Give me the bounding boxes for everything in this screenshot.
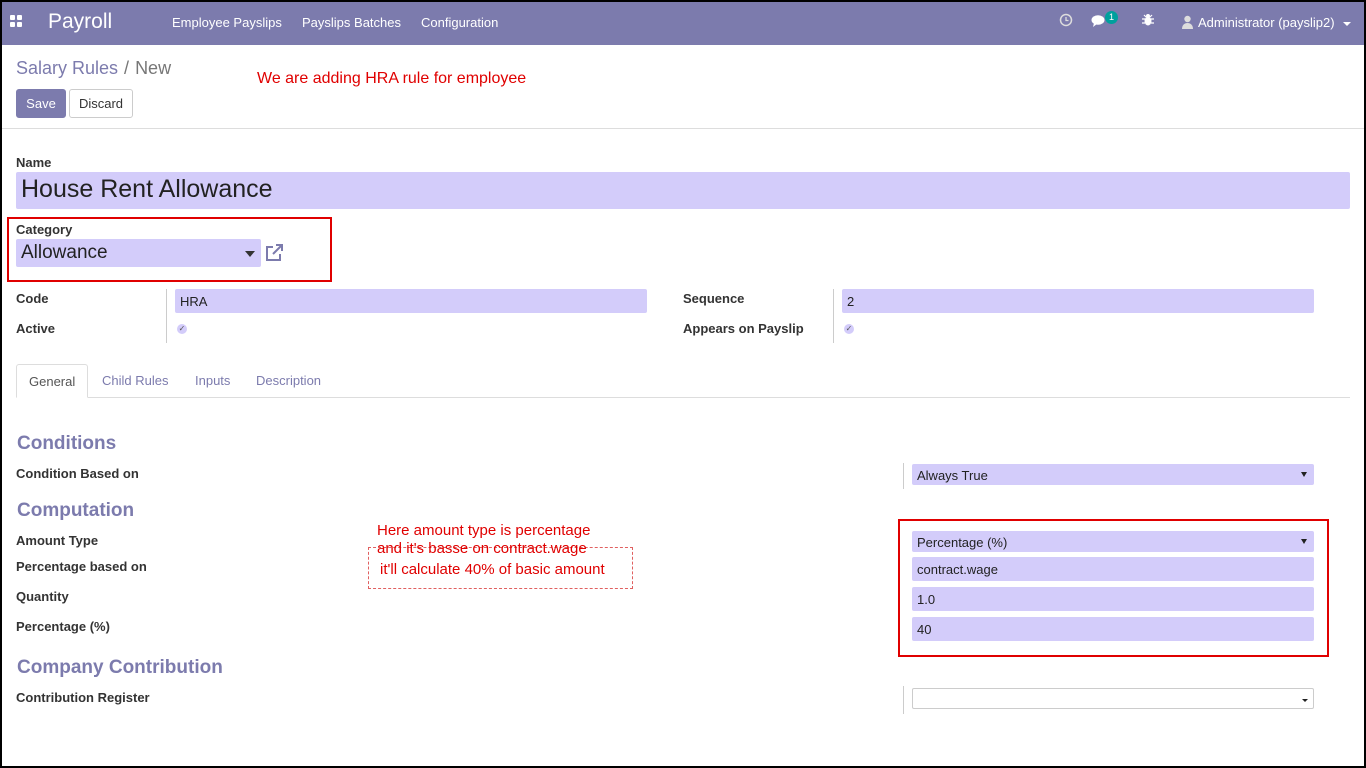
top-navbar: Payroll Employee Payslips Payslips Batch… (2, 2, 1364, 45)
amount-type-value: Percentage (%) (917, 535, 1008, 550)
contribution-register-label: Contribution Register (16, 690, 150, 705)
bug-icon[interactable] (1141, 13, 1155, 27)
contribution-register-select[interactable] (912, 688, 1314, 709)
screen: Payroll Employee Payslips Payslips Batch… (2, 2, 1364, 766)
user-name: Administrator (payslip2) (1198, 15, 1335, 30)
clock-icon[interactable] (1059, 13, 1073, 27)
dropdown-caret-icon (1301, 539, 1307, 544)
sequence-value: 2 (847, 294, 855, 309)
divider (833, 289, 834, 343)
breadcrumb-separator: / (124, 58, 130, 78)
breadcrumb-salary-rules[interactable]: Salary Rules (16, 58, 118, 78)
code-input[interactable]: HRA (175, 289, 647, 313)
percentage-label: Percentage (%) (16, 619, 110, 634)
annotation-line: and it's basse on contract.wage (377, 540, 587, 557)
condition-based-on-label: Condition Based on (16, 466, 139, 481)
chevron-down-icon (1343, 21, 1352, 26)
amount-type-label: Amount Type (16, 533, 99, 548)
percentage-based-on-value: contract.wage (917, 562, 998, 577)
user-menu[interactable]: Administrator (payslip2) (1198, 15, 1352, 30)
quantity-label: Quantity (16, 589, 69, 604)
tab-inputs[interactable]: Inputs (183, 364, 242, 398)
conditions-heading: Conditions (17, 433, 117, 454)
active-label: Active (16, 321, 56, 336)
tab-general[interactable]: General (16, 364, 89, 398)
percentage-input[interactable]: 40 (912, 617, 1314, 641)
tab-child-rules[interactable]: Child Rules (90, 364, 180, 398)
sequence-label: Sequence (683, 291, 745, 306)
condition-value: Always True (917, 468, 988, 483)
dropdown-caret-icon (1302, 699, 1308, 702)
user-icon (1182, 15, 1193, 29)
divider (166, 289, 167, 343)
discard-button[interactable]: Discard (69, 89, 133, 118)
annotation-middle-note: Here amount type is percentage and it's … (377, 522, 605, 579)
percentage-based-on-input[interactable]: contract.wage (912, 557, 1314, 581)
category-label: Category (16, 222, 73, 237)
breadcrumb-current: New (135, 58, 172, 78)
menu-employee-payslips[interactable]: Employee Payslips (172, 15, 282, 30)
appears-on-payslip-checkbox[interactable]: ✓ (844, 324, 854, 334)
divider (903, 686, 904, 714)
code-label: Code (16, 291, 49, 306)
name-input[interactable]: House Rent Allowance (16, 172, 1350, 209)
menu-payslips-batches[interactable]: Payslips Batches (302, 15, 401, 30)
dropdown-caret-icon (1301, 472, 1307, 477)
quantity-value: 1.0 (917, 592, 936, 607)
condition-based-on-select[interactable]: Always True (912, 464, 1314, 485)
annotation-line: Here amount type is percentage (377, 522, 591, 539)
app-title: Payroll (48, 10, 113, 33)
annotation-line: it'll calculate 40% of basic amount (380, 561, 605, 578)
sequence-input[interactable]: 2 (842, 289, 1314, 313)
breadcrumb: Salary Rules / New (16, 58, 171, 79)
apps-grid-icon[interactable] (10, 15, 24, 29)
computation-heading: Computation (17, 500, 135, 521)
dropdown-caret-icon (245, 251, 255, 257)
divider (903, 463, 904, 489)
notebook-tabs: General Child Rules Inputs Description (16, 364, 1350, 398)
annotation-top-note: We are adding HRA rule for employee (257, 70, 527, 87)
name-label: Name (16, 155, 52, 170)
menu-configuration[interactable]: Configuration (421, 15, 498, 30)
message-count-badge: 1 (1105, 11, 1118, 24)
category-select[interactable]: Allowance (16, 239, 261, 267)
appears-on-payslip-label: Appears on Payslip (683, 321, 804, 336)
divider (2, 128, 1364, 129)
tab-description[interactable]: Description (244, 364, 333, 398)
code-value: HRA (180, 294, 208, 309)
active-checkbox[interactable]: ✓ (177, 324, 187, 334)
amount-type-select[interactable]: Percentage (%) (912, 531, 1314, 552)
save-button[interactable]: Save (16, 89, 66, 118)
company-contribution-heading: Company Contribution (17, 657, 223, 678)
quantity-input[interactable]: 1.0 (912, 587, 1314, 611)
external-link-icon[interactable] (264, 243, 284, 263)
percentage-based-on-label: Percentage based on (16, 559, 147, 574)
name-value: House Rent Allowance (21, 175, 273, 203)
category-value: Allowance (21, 242, 108, 263)
percentage-value: 40 (917, 622, 932, 637)
